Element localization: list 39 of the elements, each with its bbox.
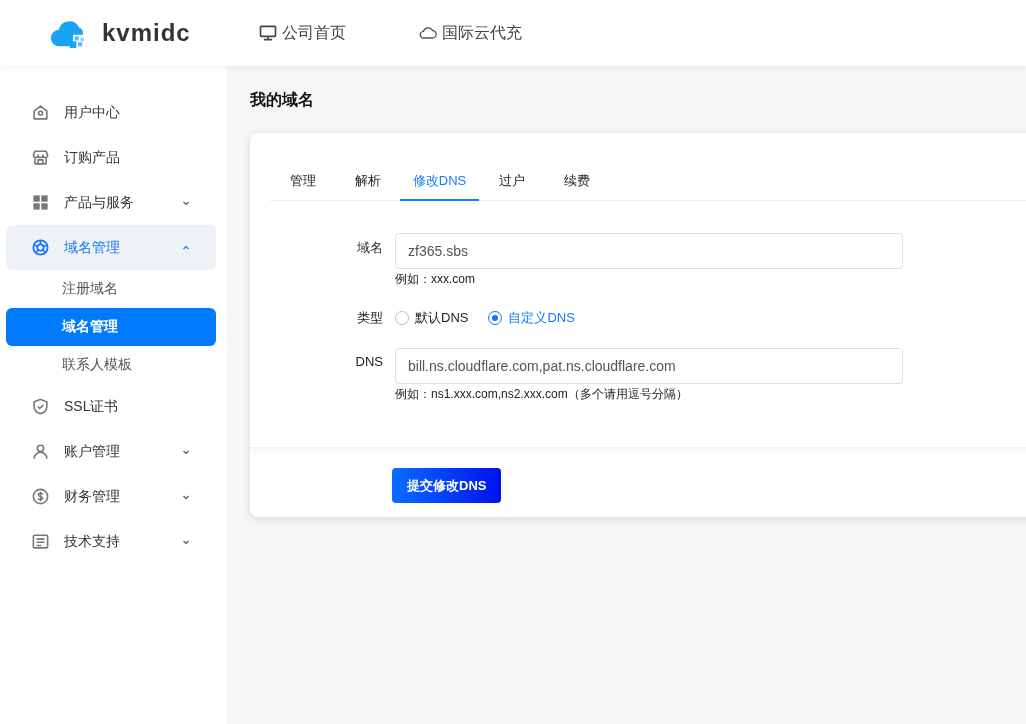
submit-button[interactable]: 提交修改DNS	[392, 468, 502, 503]
field-hint: 例如：xxx.com	[395, 271, 476, 288]
sidebar-item[interactable]: 用户中心	[6, 90, 216, 135]
sidebar-item[interactable]: 订购产品	[6, 135, 216, 180]
sidebar-subitem[interactable]: 注册域名	[6, 270, 216, 308]
input-field[interactable]: bill.ns.cloudflare.com,pat.ns.cloudflare.com	[395, 348, 903, 384]
tab[interactable]: 修改DNS	[400, 163, 479, 201]
nav-link[interactable]: 国际云代充	[418, 22, 522, 44]
field-hint: 例如：ns1.xxx.com,ns2.xxx.com（多个请用逗号分隔）	[395, 386, 689, 403]
sidebar-item[interactable]: 产品与服务	[6, 180, 216, 225]
radio-label[interactable]: 默认DNS	[415, 309, 469, 327]
document-icon	[31, 532, 50, 551]
tab[interactable]: 过户	[479, 163, 544, 201]
house-icon	[31, 103, 50, 122]
radio-label[interactable]: 自定义DNS	[508, 309, 575, 327]
sidebar-item[interactable]: 技术支持	[6, 519, 216, 564]
store-icon	[31, 148, 50, 167]
input-field[interactable]: zf365.sbs	[395, 233, 903, 269]
sidebar-subitem[interactable]: 联系人模板	[6, 346, 216, 384]
field-label: DNS	[354, 353, 383, 371]
aperture-icon	[31, 238, 50, 257]
tab[interactable]: 解析	[335, 163, 400, 201]
tab[interactable]: 续费	[544, 163, 609, 201]
nav-link[interactable]: 公司首页	[258, 22, 346, 44]
page-title: 我的域名	[250, 90, 315, 110]
field-label: 域名	[356, 239, 383, 257]
sidebar-item[interactable]: SSL证书	[6, 384, 216, 429]
logo-text: kvmidc	[102, 19, 191, 47]
field-label: 类型	[356, 309, 383, 327]
tab[interactable]: 管理	[270, 163, 335, 201]
sidebar-item[interactable]: 域名管理	[6, 225, 216, 270]
sidebar-item[interactable]: 财务管理	[6, 474, 216, 519]
sidebar-item[interactable]: 账户管理	[6, 429, 216, 474]
sidebar-subitem[interactable]: 域名管理	[6, 308, 216, 346]
dollar-icon	[31, 487, 50, 506]
shield-check-icon	[31, 397, 50, 416]
monitor-icon	[258, 23, 278, 43]
grid-icon	[31, 193, 50, 212]
person-icon	[31, 442, 50, 461]
